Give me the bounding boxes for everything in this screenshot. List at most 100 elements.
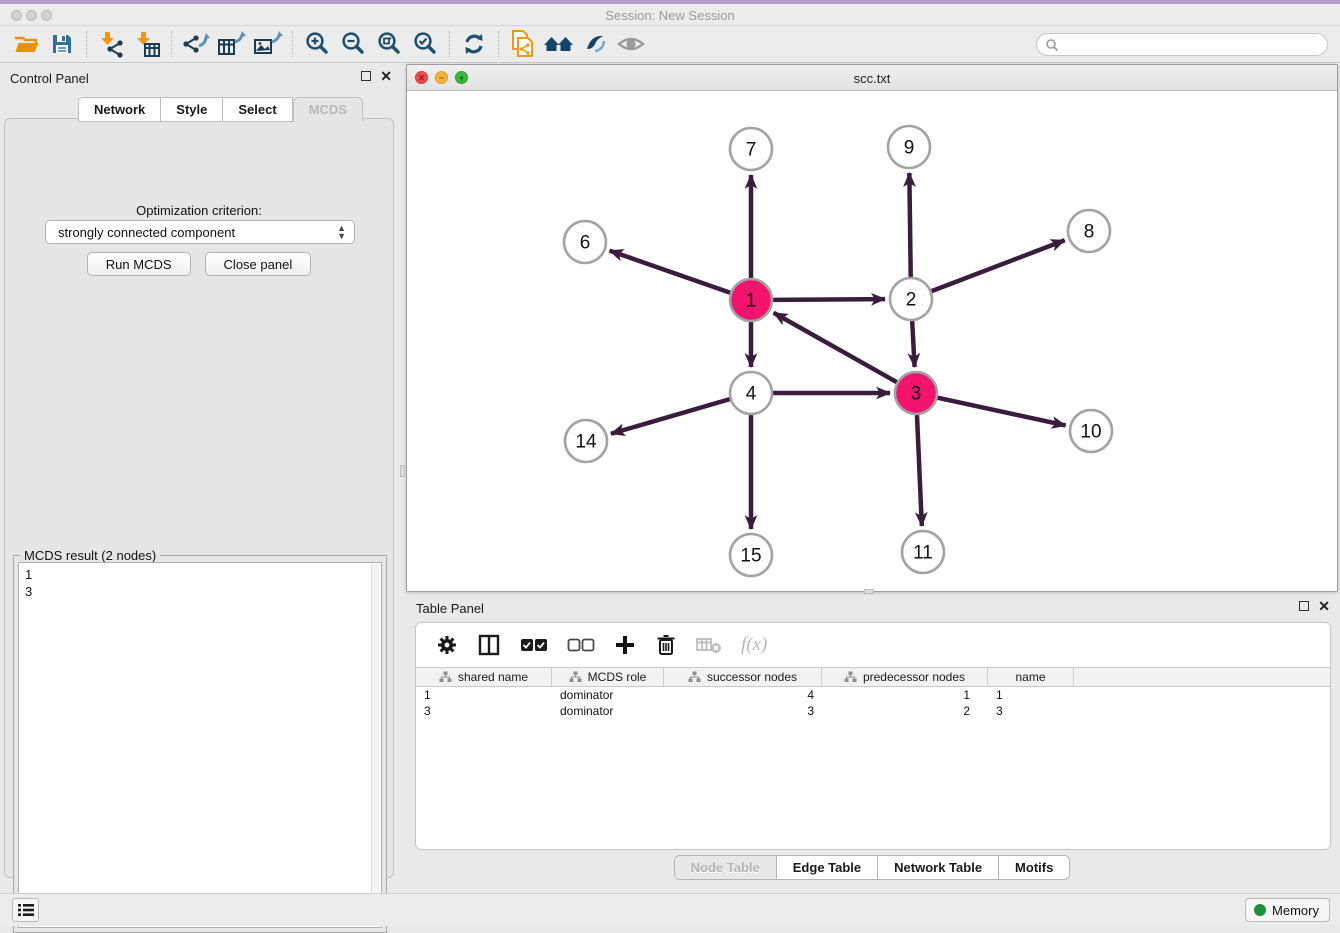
graph-edge-1-6[interactable] [610,251,731,293]
tab-network-table[interactable]: Network Table [878,856,999,879]
control-panel-tabs: Network Style Select MCDS [78,97,363,122]
float-panel-icon[interactable] [361,71,371,81]
cell-name[interactable]: 1 [988,688,1074,702]
close-panel-icon[interactable]: ✕ [380,71,392,81]
import-network-icon[interactable] [93,29,129,59]
column-selector-icon[interactable] [477,633,501,657]
tab-motifs[interactable]: Motifs [999,856,1069,879]
mcds-result-line: 3 [25,583,375,600]
graph-edge-2-9[interactable] [909,173,910,277]
graph-node-label-8: 8 [1084,222,1095,243]
open-folder-icon[interactable] [8,29,44,59]
zoom-fit-icon[interactable] [371,29,407,59]
vertical-divider-handle[interactable] [400,465,405,477]
mcds-result-list[interactable]: 1 3 [18,562,382,928]
criterion-dropdown[interactable]: strongly connected component ▲▼ [45,220,355,244]
home-icon[interactable] [541,29,577,59]
mcds-result-box: MCDS result (2 nodes) 1 3 [13,555,387,933]
cell-shared-name[interactable]: 1 [416,688,552,702]
add-column-icon[interactable] [614,634,636,656]
mcds-result-title: MCDS result (2 nodes) [20,548,160,563]
graphics-details-icon[interactable] [577,29,613,59]
graph-node-label-4: 4 [746,384,757,405]
graph-node-label-1: 1 [746,291,757,312]
graph-edge-1-2[interactable] [773,299,885,300]
table-row[interactable]: 3 dominator 3 2 3 [416,703,1330,719]
graph-edge-2-8[interactable] [932,240,1065,291]
search-input[interactable] [1059,36,1327,54]
network-graph[interactable]: 1234678910111415 [407,91,1337,591]
network-window-titlebar[interactable]: ✕ − + scc.txt [407,65,1337,91]
graph-edge-2-3[interactable] [912,321,914,367]
delete-column-icon[interactable] [655,633,677,657]
memory-status-icon [1254,904,1266,916]
tab-network[interactable]: Network [78,97,160,122]
hierarchy-icon [439,671,452,683]
graph-edge-3-1[interactable] [774,313,897,382]
toolbar-separator [86,31,87,57]
export-network-icon[interactable] [178,29,214,59]
graph-node-label-9: 9 [904,138,915,159]
column-header-mcds-role[interactable]: MCDS role [552,668,664,686]
float-table-panel-icon[interactable] [1299,601,1309,611]
column-header-predecessor-nodes[interactable]: predecessor nodes [822,668,988,686]
tab-style[interactable]: Style [160,97,222,122]
cell-predecessor-nodes[interactable]: 2 [822,704,988,718]
gear-icon[interactable] [436,634,458,656]
cell-successor-nodes[interactable]: 4 [664,688,822,702]
control-panel-header: Control Panel ✕ [0,64,400,94]
duplicate-network-icon[interactable] [505,29,541,59]
task-history-button[interactable] [12,898,39,922]
graph-edge-4-14[interactable] [611,399,730,434]
table-header-row: shared name MCDS role successor nodes pr… [416,667,1330,687]
table-panel: Table Panel ✕ [406,594,1338,888]
cell-predecessor-nodes[interactable]: 1 [822,688,988,702]
select-all-icon[interactable] [520,638,548,652]
graph-node-label-11: 11 [913,543,933,564]
search-field[interactable] [1036,33,1328,56]
cell-shared-name[interactable]: 3 [416,704,552,718]
result-scrollbar[interactable] [371,564,380,926]
list-icon [18,903,34,917]
zoom-selected-icon[interactable] [407,29,443,59]
eye-icon[interactable] [613,29,649,59]
tab-select[interactable]: Select [222,97,292,122]
cell-name[interactable]: 3 [988,704,1074,718]
column-header-name[interactable]: name [988,668,1074,686]
network-view-window: ✕ − + scc.txt 1234678910111415 [406,64,1338,592]
refresh-icon[interactable] [456,29,492,59]
zoom-out-icon[interactable] [335,29,371,59]
deselect-all-icon[interactable] [567,638,595,652]
graph-edge-3-11[interactable] [917,415,922,526]
memory-button[interactable]: Memory [1245,898,1330,922]
hierarchy-icon [569,671,582,683]
toolbar-separator [171,31,172,57]
table-row[interactable]: 1 dominator 4 1 1 [416,687,1330,703]
graph-edge-3-10[interactable] [937,398,1065,426]
column-header-successor-nodes[interactable]: successor nodes [664,668,822,686]
tab-node-table[interactable]: Node Table [675,856,777,879]
cell-mcds-role[interactable]: dominator [552,688,664,702]
close-panel-button[interactable]: Close panel [205,252,312,276]
tab-mcds[interactable]: MCDS [293,97,363,122]
cell-successor-nodes[interactable]: 3 [664,704,822,718]
graph-node-label-10: 10 [1080,422,1101,443]
table-panel-title: Table Panel [416,601,484,616]
hierarchy-icon [688,671,701,683]
import-table-icon[interactable] [129,29,165,59]
export-image-icon[interactable] [250,29,286,59]
criterion-value: strongly connected component [58,225,235,240]
zoom-in-icon[interactable] [299,29,335,59]
search-icon [1045,38,1059,52]
save-icon[interactable] [44,29,80,59]
tab-edge-table[interactable]: Edge Table [777,856,878,879]
titlebar[interactable]: Session: New Session [0,4,1340,26]
cell-mcds-role[interactable]: dominator [552,704,664,718]
export-table-icon[interactable] [214,29,250,59]
run-mcds-button[interactable]: Run MCDS [87,252,191,276]
column-header-shared-name[interactable]: shared name [416,668,552,686]
application-window: Session: New Session [0,0,1340,926]
table-panel-header: Table Panel ✕ [406,594,1338,624]
table-tabs: Node Table Edge Table Network Table Moti… [406,855,1338,880]
close-table-panel-icon[interactable]: ✕ [1318,601,1330,611]
